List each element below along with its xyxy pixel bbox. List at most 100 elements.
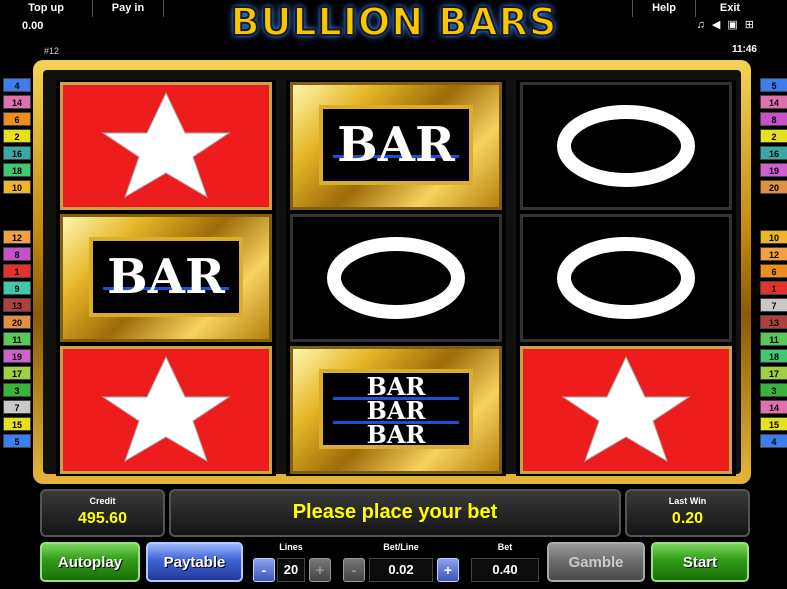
ring-icon — [557, 237, 695, 319]
payline-indicator[interactable]: 11 — [3, 332, 31, 346]
payline-indicator[interactable]: 19 — [760, 163, 787, 177]
symbol-single-bar: BAR — [290, 82, 502, 210]
payline-indicator[interactable]: 3 — [760, 383, 787, 397]
paytable-button[interactable]: Paytable — [146, 542, 243, 582]
status-message: Please place your bet — [292, 501, 498, 523]
symbol-star — [60, 82, 272, 210]
settings-icon[interactable]: ⊞ — [745, 19, 761, 31]
bar-text: BAR — [337, 117, 455, 173]
payline-indicator[interactable]: 14 — [760, 400, 787, 414]
payline-indicator[interactable]: 17 — [3, 366, 31, 380]
payline-indicator[interactable]: 15 — [3, 417, 31, 431]
autoplay-button[interactable]: Autoplay — [40, 542, 140, 582]
symbol-ring — [520, 82, 732, 210]
bet-value: 0.40 — [471, 558, 539, 582]
bet-line-label: Bet/Line — [383, 542, 419, 552]
lines-plus-button[interactable]: + — [309, 558, 331, 582]
bet-label: Bet — [497, 542, 513, 552]
gamble-button[interactable]: Gamble — [547, 542, 645, 582]
symbol-ring — [290, 214, 502, 342]
bet-line-minus-button[interactable]: - — [343, 558, 365, 582]
payline-indicator[interactable]: 8 — [760, 112, 787, 126]
payline-indicator[interactable]: 20 — [760, 180, 787, 194]
fullscreen-icon[interactable]: ▣ — [727, 19, 744, 31]
game-title: BULLION BARS — [230, 0, 558, 45]
payline-indicator[interactable]: 14 — [760, 95, 787, 109]
credit-panel: Credit 495.60 — [40, 489, 165, 537]
payline-indicator[interactable]: 5 — [3, 434, 31, 448]
payline-indicator[interactable]: 3 — [3, 383, 31, 397]
payline-indicator[interactable]: 14 — [3, 95, 31, 109]
lines-value: 20 — [277, 558, 305, 582]
payline-indicator[interactable]: 6 — [760, 264, 787, 278]
message-panel: Please place your bet — [169, 489, 621, 537]
bar-text: BAR — [107, 249, 225, 305]
balance-display: 0.00 — [22, 20, 44, 32]
payline-indicator[interactable]: 8 — [3, 247, 31, 261]
payline-indicator[interactable]: 4 — [760, 434, 787, 448]
sound-muted-icon[interactable]: ◀ — [712, 19, 727, 31]
payline-indicator[interactable]: 1 — [3, 264, 31, 278]
symbol-single-bar: BAR — [60, 214, 272, 342]
payline-indicator[interactable]: 10 — [760, 230, 787, 244]
exit-button[interactable]: Exit — [695, 0, 765, 17]
payline-indicator[interactable]: 13 — [760, 315, 787, 329]
game-id: #12 — [44, 46, 60, 56]
payline-indicator[interactable]: 5 — [760, 78, 787, 92]
reel-1: BAR — [56, 80, 276, 476]
payline-indicator[interactable]: 7 — [3, 400, 31, 414]
payline-indicator[interactable]: 6 — [3, 112, 31, 126]
last-win-label: Last Win — [668, 496, 707, 506]
reel-2: BAR BAR BAR BAR — [286, 80, 506, 476]
payline-indicator[interactable]: 20 — [3, 315, 31, 329]
payline-indicator[interactable]: 2 — [760, 129, 787, 143]
payline-indicator[interactable]: 18 — [3, 163, 31, 177]
lines-minus-button[interactable]: - — [253, 558, 275, 582]
bar-text: BAR — [366, 420, 426, 449]
payline-indicator[interactable]: 13 — [3, 298, 31, 312]
payline-indicator[interactable]: 15 — [760, 417, 787, 431]
payline-indicator[interactable]: 16 — [760, 146, 787, 160]
help-button[interactable]: Help — [632, 0, 696, 17]
last-win-value: 0.20 — [671, 510, 704, 527]
payline-indicator[interactable]: 1 — [760, 281, 787, 295]
star-icon — [101, 91, 231, 199]
last-win-panel: Last Win 0.20 — [625, 489, 750, 537]
bar-plate: BAR BAR BAR — [319, 369, 473, 449]
payline-indicator[interactable]: 18 — [760, 349, 787, 363]
symbol-star — [520, 346, 732, 474]
payline-indicator[interactable]: 4 — [3, 78, 31, 92]
payline-indicator[interactable]: 11 — [760, 332, 787, 346]
pay-in-button[interactable]: Pay in — [93, 0, 164, 17]
payline-indicator[interactable]: 12 — [3, 230, 31, 244]
star-icon — [101, 355, 231, 463]
reel-3 — [516, 80, 736, 476]
ring-icon — [557, 105, 695, 187]
payline-indicator[interactable]: 2 — [3, 129, 31, 143]
music-icon[interactable]: ♫ — [697, 19, 712, 31]
payline-indicator[interactable]: 9 — [3, 281, 31, 295]
symbol-triple-bar: BAR BAR BAR — [290, 346, 502, 474]
clock: 11:46 — [731, 44, 757, 55]
payline-indicator[interactable]: 16 — [3, 146, 31, 160]
payline-indicator[interactable]: 7 — [760, 298, 787, 312]
payline-indicator[interactable]: 12 — [760, 247, 787, 261]
bar-plate: BAR — [89, 237, 243, 317]
ring-icon — [327, 237, 465, 319]
symbol-star — [60, 346, 272, 474]
bet-line-value: 0.02 — [369, 558, 433, 582]
payline-indicator[interactable]: 17 — [760, 366, 787, 380]
bet-line-plus-button[interactable]: + — [437, 558, 459, 582]
bar-plate: BAR — [319, 105, 473, 185]
credit-label: Credit — [89, 496, 116, 506]
start-button[interactable]: Start — [651, 542, 749, 582]
payline-indicator[interactable]: 19 — [3, 349, 31, 363]
bet-panel: Lines - 20 + Bet/Line - 0.02 + Bet 0.40 — [247, 542, 541, 586]
credit-value: 495.60 — [78, 510, 127, 527]
symbol-ring — [520, 214, 732, 342]
star-icon — [561, 355, 691, 463]
control-icons: ♫◀▣⊞ — [697, 18, 761, 31]
payline-indicator[interactable]: 10 — [3, 180, 31, 194]
lines-label: Lines — [279, 542, 303, 552]
top-up-button[interactable]: Top up — [0, 0, 93, 17]
